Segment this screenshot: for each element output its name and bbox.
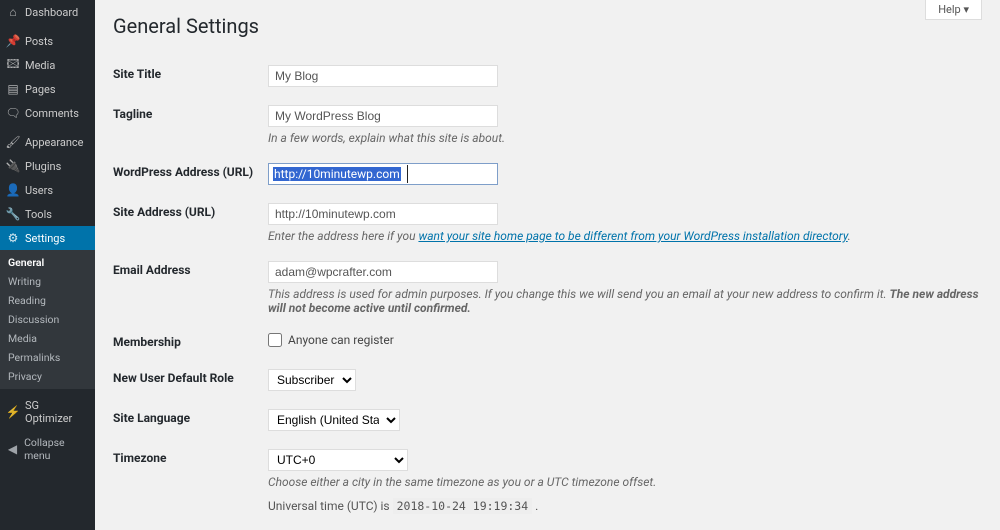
posts-icon: 📌 [6,34,20,48]
submenu-item-reading[interactable]: Reading [0,291,95,310]
tagline-description: In a few words, explain what this site i… [268,131,982,145]
admin-sidebar: ⌂ Dashboard 📌 Posts 🖾 Media ▤ Pages 🗨 Comment… [0,0,95,530]
submenu-item-writing[interactable]: Writing [0,272,95,291]
page-title: General Settings [113,0,982,56]
tagline-label: Tagline [113,96,268,154]
email-input[interactable] [268,261,498,283]
sidebar-item-plugins[interactable]: 🔌 Plugins [0,154,95,178]
collapse-label: Collapse menu [24,436,89,462]
sidebar-item-label: Media [25,59,55,72]
settings-submenu: General Writing Reading Discussion Media… [0,250,95,389]
site-url-help-link[interactable]: want your site home page to be different… [418,229,847,243]
default-role-label: New User Default Role [113,360,268,400]
sg-icon: ⚡ [6,405,20,419]
sidebar-item-label: Users [25,184,53,197]
sidebar-item-media[interactable]: 🖾 Media [0,53,95,77]
users-icon: 👤 [6,183,20,197]
default-role-select[interactable]: Subscriber [268,369,356,391]
settings-form: Site Title Tagline In a few words, expla… [113,56,982,522]
submenu-item-general[interactable]: General [0,253,95,272]
dashboard-icon: ⌂ [6,5,20,19]
help-tab[interactable]: Help ▾ [925,0,982,20]
chevron-down-icon: ▾ [963,3,969,16]
site-title-label: Site Title [113,56,268,96]
sidebar-item-label: Settings [25,232,65,245]
tools-icon: 🔧 [6,207,20,221]
sidebar-item-posts[interactable]: 📌 Posts [0,29,95,53]
submenu-item-permalinks[interactable]: Permalinks [0,348,95,367]
sidebar-item-label: SG Optimizer [25,399,89,425]
pages-icon: ▤ [6,82,20,96]
sidebar-item-tools[interactable]: 🔧 Tools [0,202,95,226]
membership-checkbox[interactable] [268,333,282,347]
sidebar-item-sg-optimizer[interactable]: ⚡ SG Optimizer [0,394,95,430]
email-description: This address is used for admin purposes.… [268,287,982,315]
sidebar-item-dashboard[interactable]: ⌂ Dashboard [0,0,95,24]
sidebar-item-label: Posts [25,35,53,48]
sidebar-item-appearance[interactable]: 🖌 Appearance [0,130,95,154]
wp-url-selected-text: http://10minutewp.com [273,167,401,181]
submenu-item-privacy[interactable]: Privacy [0,367,95,386]
submenu-item-media[interactable]: Media [0,329,95,348]
membership-label: Membership [113,324,268,360]
sidebar-item-pages[interactable]: ▤ Pages [0,77,95,101]
site-url-description: Enter the address here if you want your … [268,229,982,243]
sidebar-item-label: Pages [25,83,56,96]
help-label: Help [938,3,961,16]
timezone-label: Timezone [113,440,268,522]
wp-url-input[interactable]: http://10minutewp.com [268,163,498,185]
comments-icon: 🗨 [6,106,20,120]
main-content: Help ▾ General Settings Site Title Tagli… [95,0,1000,530]
utc-time: Universal time (UTC) is 2018-10-24 19:19… [268,499,982,513]
sidebar-item-label: Tools [25,208,52,221]
email-label: Email Address [113,252,268,324]
submenu-item-discussion[interactable]: Discussion [0,310,95,329]
language-select[interactable]: English (United States) [268,409,400,431]
tagline-input[interactable] [268,105,498,127]
timezone-description: Choose either a city in the same timezon… [268,475,982,489]
sidebar-item-label: Appearance [25,136,84,149]
sidebar-item-users[interactable]: 👤 Users [0,178,95,202]
language-label: Site Language [113,400,268,440]
timezone-select[interactable]: UTC+0 [268,449,408,471]
appearance-icon: 🖌 [6,135,20,149]
sidebar-item-label: Dashboard [25,6,78,19]
settings-icon: ⚙ [6,231,20,245]
utc-timestamp: 2018-10-24 19:19:34 [393,498,533,514]
media-icon: 🖾 [6,58,20,72]
site-url-label: Site Address (URL) [113,194,268,252]
wp-url-label: WordPress Address (URL) [113,154,268,194]
sidebar-item-settings[interactable]: ⚙ Settings [0,226,95,250]
site-title-input[interactable] [268,65,498,87]
sidebar-item-comments[interactable]: 🗨 Comments [0,101,95,125]
sidebar-item-label: Plugins [25,160,61,173]
membership-checkbox-label: Anyone can register [288,333,394,347]
site-url-input[interactable] [268,203,498,225]
collapse-icon: ◀ [6,442,19,456]
plugins-icon: 🔌 [6,159,20,173]
text-cursor [407,165,408,183]
collapse-menu[interactable]: ◀ Collapse menu [0,430,95,468]
sidebar-item-label: Comments [25,107,79,120]
membership-checkbox-row[interactable]: Anyone can register [268,333,982,347]
